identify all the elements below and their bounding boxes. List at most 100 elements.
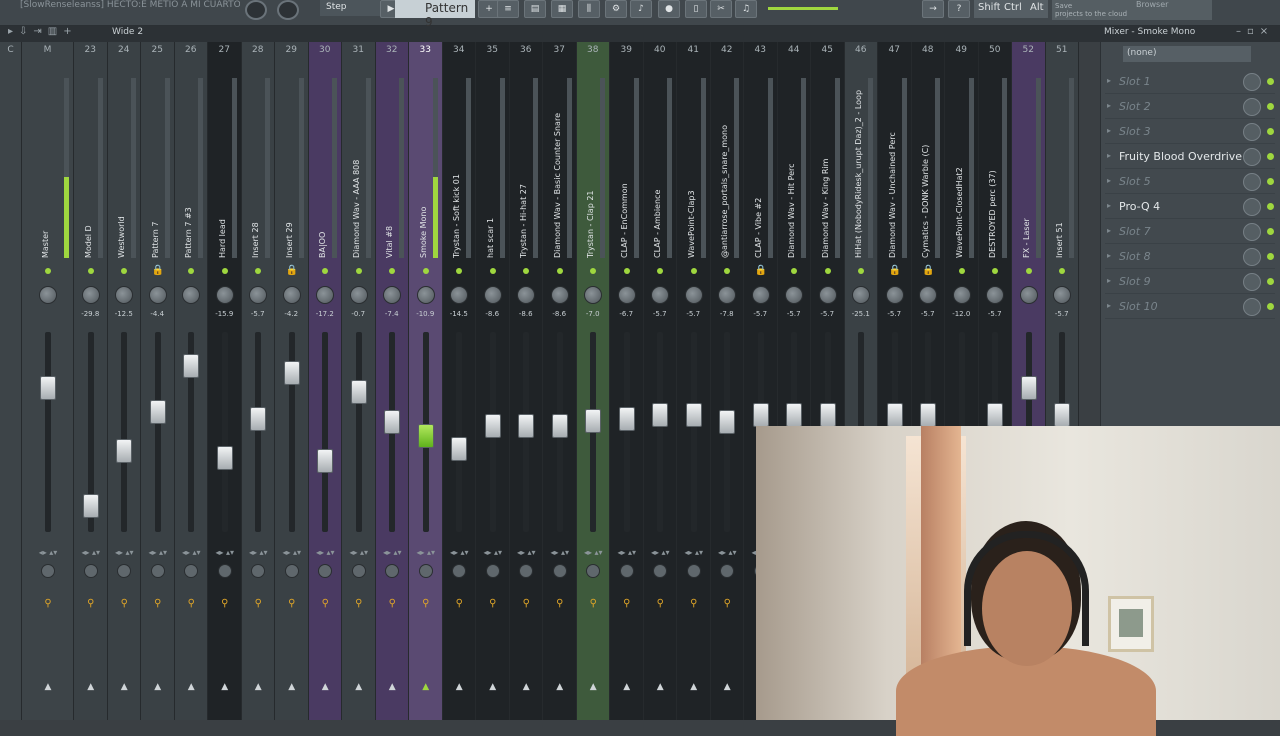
pan-knob[interactable] <box>450 286 469 304</box>
pan-knob[interactable] <box>852 286 871 304</box>
volume-fader[interactable] <box>987 403 1004 428</box>
window-controls[interactable]: –▫× <box>1236 26 1274 37</box>
route-icon[interactable]: ⚲ <box>385 598 399 609</box>
mixer-track-39[interactable]: 39 CLAP - EnCommon -6.7 ◂▸ ▴▾ ⚲ ▲ <box>610 42 644 720</box>
stereo-sep-knob[interactable] <box>184 564 199 578</box>
pan-knob[interactable] <box>349 286 368 304</box>
ctrl-key[interactable]: Ctrl <box>1000 0 1026 18</box>
pan-knob[interactable] <box>651 286 670 304</box>
stereo-controls[interactable]: ◂▸ ▴▾ <box>615 548 639 557</box>
volume-fader[interactable] <box>786 403 803 428</box>
stereo-controls[interactable]: ◂▸ ▴▾ <box>715 548 739 557</box>
route-arrow-icon[interactable]: ▲ <box>85 682 97 692</box>
pan-knob[interactable] <box>81 286 100 304</box>
mix-knob[interactable] <box>1243 73 1261 91</box>
route-arrow-icon[interactable]: ▲ <box>487 682 499 692</box>
plugin-icon[interactable]: ⚙ <box>605 0 627 18</box>
mixer-track-25[interactable]: 25 Pattern 7 🔒 -4.4 ◂▸ ▴▾ ⚲ ▲ <box>141 42 175 720</box>
mute-led[interactable] <box>188 268 195 274</box>
pan-knob[interactable] <box>718 286 737 304</box>
lock-icon[interactable]: 🔒 <box>152 265 164 276</box>
route-icon[interactable]: ⚲ <box>352 598 366 609</box>
pan-knob[interactable] <box>215 286 234 304</box>
stereo-sep-knob[interactable] <box>41 564 55 578</box>
pan-knob[interactable] <box>115 286 134 304</box>
stereo-controls[interactable]: ◂▸ ▴▾ <box>548 548 572 557</box>
volume-fader[interactable] <box>451 437 468 462</box>
expand-icon[interactable]: ▸ <box>1107 301 1111 310</box>
pan-knob[interactable] <box>952 286 971 304</box>
mute-led[interactable] <box>422 268 429 274</box>
mute-led[interactable] <box>255 268 262 274</box>
stereo-controls[interactable]: ◂▸ ▴▾ <box>313 548 337 557</box>
mixer-menu-icons[interactable]: ▸⇩⇥▥+ <box>8 26 78 37</box>
volume-fader[interactable] <box>920 403 937 428</box>
route-icon[interactable]: ⚲ <box>318 598 332 609</box>
stereo-sep-knob[interactable] <box>686 564 701 578</box>
pan-knob[interactable] <box>818 286 837 304</box>
mute-led[interactable] <box>556 268 563 274</box>
volume-fader[interactable] <box>484 413 501 438</box>
fx-slot-4[interactable]: ▸ Fruity Blood Overdrive <box>1105 145 1275 169</box>
volume-fader[interactable] <box>585 408 602 433</box>
stereo-sep-knob[interactable] <box>720 564 735 578</box>
slot-enable-led[interactable] <box>1267 228 1274 235</box>
route-arrow-icon[interactable]: ▲ <box>185 682 197 692</box>
fx-slot-3[interactable]: ▸ Slot 3 <box>1105 120 1275 144</box>
expand-icon[interactable]: ▸ <box>1107 276 1111 285</box>
expand-icon[interactable]: ▸ <box>1107 151 1111 160</box>
stereo-sep-knob[interactable] <box>653 564 668 578</box>
pan-knob[interactable] <box>39 286 57 304</box>
mute-led[interactable] <box>623 268 630 274</box>
route-arrow-icon[interactable]: ▲ <box>152 682 164 692</box>
stereo-sep-knob[interactable] <box>519 564 534 578</box>
route-icon[interactable]: ⚲ <box>41 598 55 609</box>
route-arrow-icon[interactable]: ▲ <box>520 682 532 692</box>
browser-toggle-icon[interactable]: ▯ <box>685 0 707 18</box>
route-arrow-icon[interactable]: ▲ <box>554 682 566 692</box>
slot-enable-led[interactable] <box>1267 78 1274 85</box>
route-arrow-icon[interactable]: ▲ <box>319 682 331 692</box>
pan-knob[interactable] <box>986 286 1005 304</box>
playlist-icon[interactable]: ≡ <box>497 0 519 18</box>
mixer-icon[interactable]: ⫼ <box>578 0 600 18</box>
mute-led[interactable] <box>489 268 496 274</box>
route-icon[interactable]: ⚲ <box>419 598 433 609</box>
mute-led[interactable] <box>221 268 228 274</box>
stereo-controls[interactable]: ◂▸ ▴▾ <box>280 548 304 557</box>
route-arrow-icon[interactable]: ▲ <box>688 682 700 692</box>
stereo-sep-knob[interactable] <box>552 564 567 578</box>
mic-icon[interactable]: ♪ <box>630 0 652 18</box>
pan-knob[interactable] <box>617 286 636 304</box>
alt-key[interactable]: Alt <box>1026 0 1048 18</box>
stereo-controls[interactable]: ◂▸ ▴▾ <box>581 548 605 557</box>
mixer-track-C[interactable]: C <box>0 42 22 720</box>
mix-knob[interactable] <box>1243 148 1261 166</box>
mixer-track-42[interactable]: 42 @antiarrose_portals_snare_mono -7.8 ◂▸ ▴… <box>710 42 744 720</box>
mix-knob[interactable] <box>1243 248 1261 266</box>
route-arrow-icon[interactable]: ▲ <box>721 682 733 692</box>
mixer-track-32[interactable]: 32 Vital #8 -7.4 ◂▸ ▴▾ ⚲ ▲ <box>375 42 409 720</box>
mixer-track-M[interactable]: M Master ◂▸ ▴▾ ⚲ ▲ <box>22 42 74 720</box>
expand-icon[interactable]: ▸ <box>1107 251 1111 260</box>
expand-icon[interactable]: ▸ <box>1107 101 1111 110</box>
route-arrow-icon[interactable]: ▲ <box>353 682 365 692</box>
route-icon[interactable]: ⚲ <box>84 598 98 609</box>
stereo-controls[interactable]: ◂▸ ▴▾ <box>682 548 706 557</box>
fx-slot-1[interactable]: ▸ Slot 1 <box>1105 70 1275 94</box>
volume-fader[interactable] <box>518 413 535 438</box>
pan-knob[interactable] <box>785 286 804 304</box>
slot-enable-led[interactable] <box>1267 253 1274 260</box>
slot-enable-led[interactable] <box>1267 303 1274 310</box>
pan-knob[interactable] <box>684 286 703 304</box>
mix-knob[interactable] <box>1243 98 1261 116</box>
mute-led[interactable] <box>322 268 329 274</box>
stereo-sep-knob[interactable] <box>385 564 400 578</box>
volume-fader[interactable] <box>250 406 267 431</box>
expand-icon[interactable]: ▸ <box>1107 226 1111 235</box>
pan-knob[interactable] <box>282 286 301 304</box>
pan-knob[interactable] <box>550 286 569 304</box>
mix-knob[interactable] <box>1243 273 1261 291</box>
mixer-track-33[interactable]: 33 Smoke Mono -10.9 ◂▸ ▴▾ ⚲ ▲ <box>409 42 443 720</box>
help-icon[interactable]: ? <box>948 0 970 18</box>
